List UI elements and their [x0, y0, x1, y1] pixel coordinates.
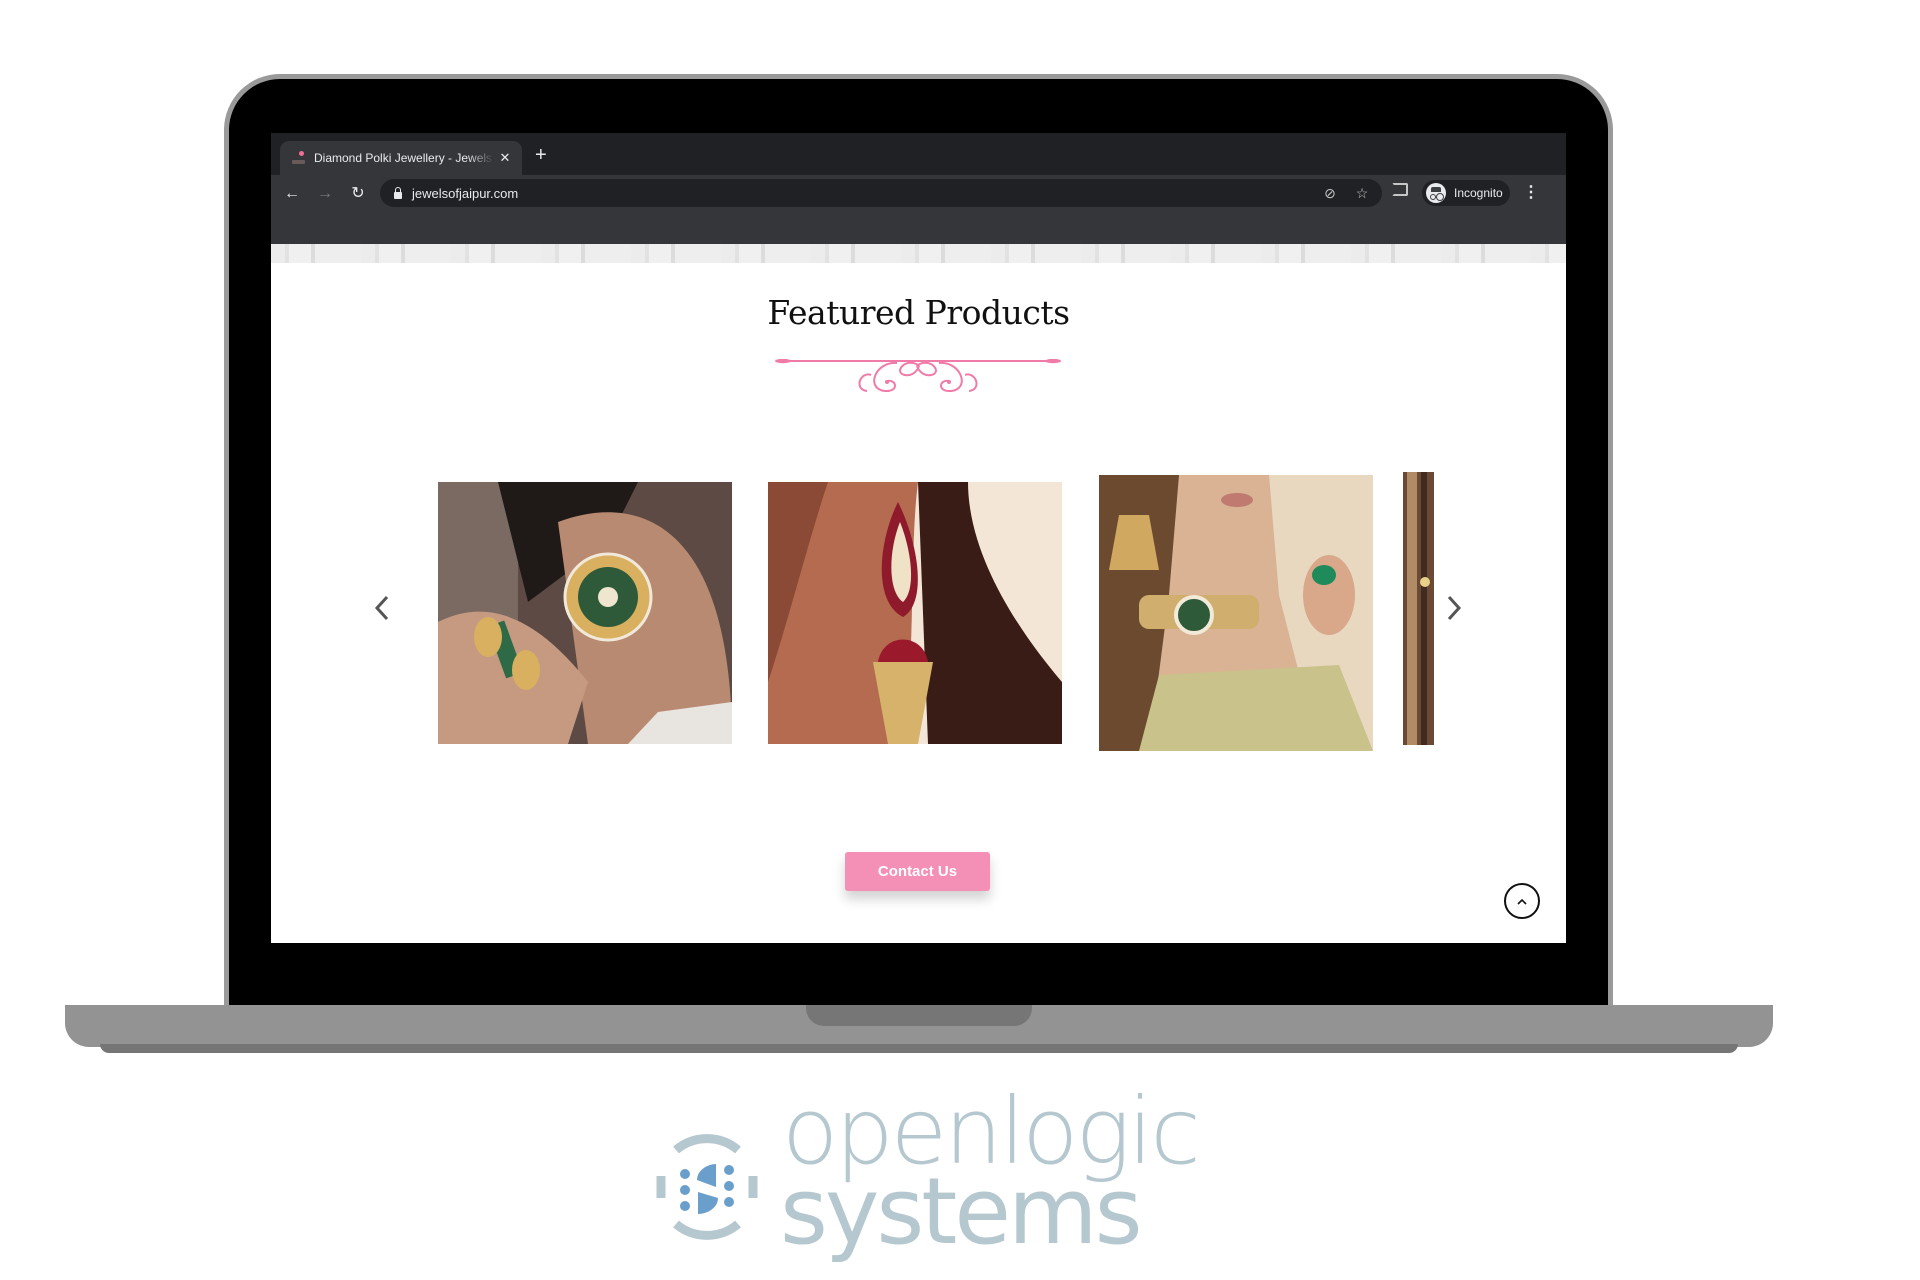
- url-text[interactable]: jewelsofjaipur.com: [412, 186, 1318, 201]
- brand-name-line2: systems: [780, 1158, 1143, 1265]
- product-image: [768, 482, 1062, 744]
- laptop-foot: [100, 1044, 1738, 1053]
- browser-toolbar: ← → ↻ jewelsofjaipur.com ⊘ ☆ Incognito ⋮: [271, 175, 1566, 244]
- address-bar[interactable]: jewelsofjaipur.com ⊘ ☆: [380, 179, 1382, 207]
- carousel-next-button[interactable]: [1441, 593, 1465, 623]
- header-pattern-strip: [271, 244, 1566, 263]
- incognito-button[interactable]: Incognito: [1422, 180, 1510, 206]
- chevron-up-icon: [1517, 898, 1527, 905]
- star-icon[interactable]: ☆: [1350, 181, 1374, 205]
- new-tab-button[interactable]: +: [535, 145, 547, 165]
- incognito-icon: [1426, 183, 1446, 203]
- cast-icon[interactable]: [1392, 183, 1408, 196]
- product-image: [438, 482, 732, 744]
- product-card-partial[interactable]: [1403, 472, 1434, 745]
- product-card[interactable]: [768, 482, 1062, 744]
- product-card[interactable]: [1099, 475, 1373, 751]
- forward-button[interactable]: →: [313, 182, 337, 206]
- browser-tab[interactable]: Diamond Polki Jewellery - Jewels of Jaip…: [280, 141, 522, 175]
- more-menu-icon[interactable]: ⋮: [1523, 183, 1539, 203]
- scroll-to-top-button[interactable]: [1504, 883, 1540, 919]
- back-button[interactable]: ←: [280, 182, 304, 206]
- incognito-label: Incognito: [1454, 186, 1503, 200]
- product-image: [1403, 472, 1434, 745]
- section-title: Featured Products: [767, 293, 1070, 332]
- openlogic-logo-icon: [656, 1134, 758, 1240]
- lock-icon[interactable]: [394, 186, 402, 199]
- ornament-divider-icon: [775, 359, 1061, 393]
- close-icon[interactable]: ✕: [498, 150, 512, 166]
- reload-button[interactable]: ↻: [346, 182, 370, 206]
- product-image: [1099, 475, 1373, 751]
- tab-strip: Diamond Polki Jewellery - Jewels of Jaip…: [271, 133, 1566, 175]
- product-card[interactable]: [438, 482, 732, 744]
- carousel-prev-button[interactable]: [371, 593, 395, 623]
- browser-window: Diamond Polki Jewellery - Jewels of Jaip…: [271, 133, 1566, 943]
- laptop-notch: [806, 1005, 1032, 1026]
- contact-us-button[interactable]: Contact Us: [845, 852, 990, 891]
- eye-slash-icon[interactable]: ⊘: [1318, 181, 1342, 205]
- tab-title: Diamond Polki Jewellery - Jewels of Jaip…: [314, 151, 494, 165]
- site-favicon-icon: [290, 151, 306, 165]
